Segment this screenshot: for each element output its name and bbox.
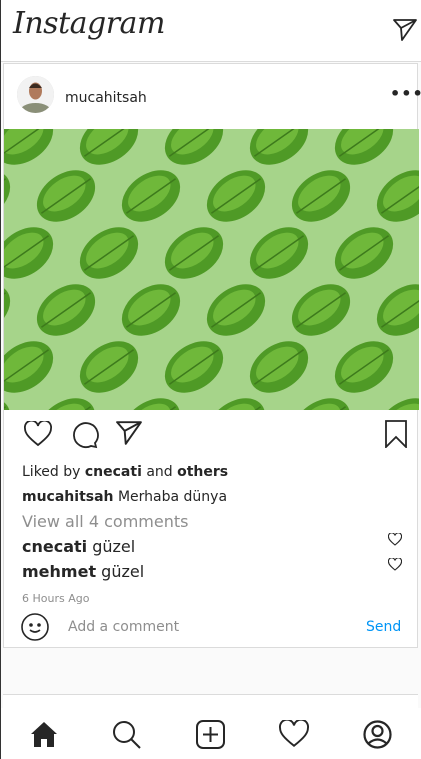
instagram-logo[interactable]: Instagram <box>13 6 165 41</box>
leaf <box>206 284 266 336</box>
activity-heart-icon[interactable] <box>279 720 309 748</box>
liked-user-link[interactable]: cnecati <box>85 464 142 480</box>
home-icon[interactable] <box>30 720 58 748</box>
leaf <box>164 341 224 393</box>
post-username[interactable]: mucahitsah <box>65 90 147 106</box>
share-icon[interactable] <box>116 420 142 446</box>
leaf <box>79 341 139 393</box>
liked-others-link[interactable]: others <box>177 464 228 480</box>
comment-like-icon[interactable] <box>388 533 402 546</box>
leaf <box>4 284 11 336</box>
leaf <box>249 129 309 165</box>
leaf <box>4 227 54 279</box>
new-post-icon[interactable] <box>196 720 225 749</box>
leaf <box>4 341 54 393</box>
post-image[interactable] <box>4 129 419 410</box>
leaf <box>4 170 11 222</box>
likes-text: Liked by cnecati and others <box>22 464 229 480</box>
direct-message-icon[interactable] <box>393 18 417 42</box>
leaf <box>79 227 139 279</box>
search-icon[interactable] <box>112 720 142 750</box>
bookmark-icon[interactable] <box>384 420 408 448</box>
more-options-icon[interactable]: ••• <box>390 84 421 103</box>
leaf <box>334 227 394 279</box>
top-bar: Instagram <box>1 0 421 62</box>
leaf <box>334 341 394 393</box>
leaf <box>410 217 419 290</box>
leaf <box>410 129 419 175</box>
view-all-comments-link[interactable]: View all 4 comments <box>22 512 188 531</box>
leaf <box>206 170 266 222</box>
leaf <box>410 331 419 404</box>
leaf <box>121 284 181 336</box>
leaf <box>376 398 419 410</box>
comment-item: cnecati güzel <box>22 537 136 556</box>
basil-leaves-image <box>4 129 419 410</box>
post-card: mucahitsah ••• Liked by cnecati and othe… <box>3 63 421 648</box>
leaf <box>121 170 181 222</box>
leaf <box>36 284 96 336</box>
leaf <box>291 170 351 222</box>
caption: mucahitsah Merhaba dünya <box>22 489 228 505</box>
leaf <box>164 129 224 165</box>
bottom-nav <box>1 708 421 759</box>
emoji-icon[interactable] <box>21 613 49 641</box>
profile-icon[interactable] <box>363 720 392 749</box>
leaf <box>249 341 309 393</box>
leaf <box>291 284 351 336</box>
leaf <box>334 129 394 165</box>
leaf <box>249 227 309 279</box>
comment-like-icon[interactable] <box>388 558 402 571</box>
like-icon[interactable] <box>24 421 52 447</box>
send-button[interactable]: Send <box>366 619 401 635</box>
leaf <box>4 129 54 165</box>
leaf <box>376 284 419 336</box>
leaf <box>36 170 96 222</box>
leaf <box>79 129 139 165</box>
add-comment-input[interactable]: Add a comment <box>68 619 179 635</box>
comment-icon[interactable] <box>69 420 99 450</box>
comment-item: mehmet güzel <box>22 562 145 581</box>
leaf <box>376 170 419 222</box>
post-timestamp: 6 Hours Ago <box>22 592 90 605</box>
leaf <box>164 227 224 279</box>
avatar[interactable] <box>17 76 54 113</box>
